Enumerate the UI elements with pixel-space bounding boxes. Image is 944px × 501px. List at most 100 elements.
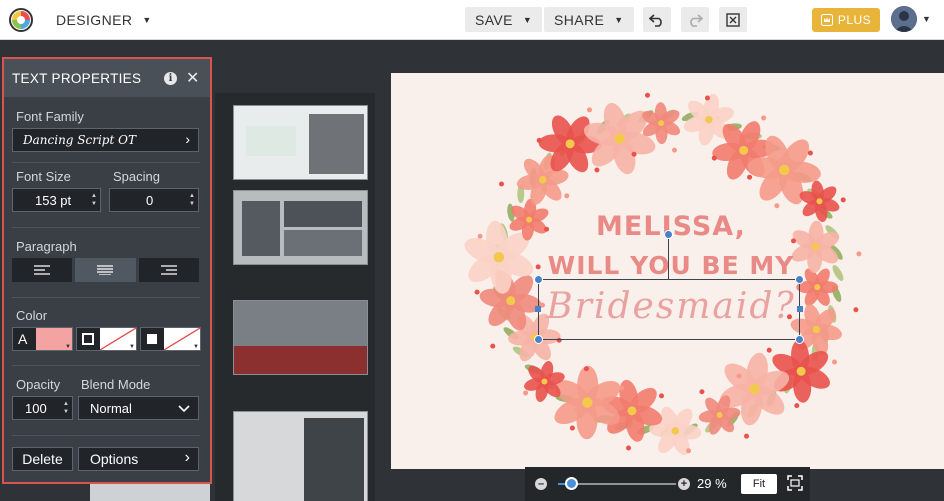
rotate-line: [668, 239, 669, 279]
divider: [12, 227, 200, 228]
paragraph-alignment: [12, 258, 199, 282]
align-center-icon: [97, 265, 114, 275]
options-label: Options: [90, 451, 139, 467]
top-bar: DESIGNER ▼ SAVE ▼ SHARE ▼ PLUS ▼: [0, 0, 944, 40]
delete-button[interactable]: Delete: [12, 447, 73, 471]
redo-button[interactable]: [681, 7, 709, 32]
font-family-selector[interactable]: Dancing Script OT ›: [12, 128, 199, 152]
divider: [12, 365, 200, 366]
template-thumbnails: [215, 93, 375, 501]
zoom-out-icon[interactable]: –: [535, 478, 547, 490]
logo-icon[interactable]: [9, 8, 33, 32]
background-color-picker[interactable]: ▼: [140, 327, 201, 351]
panel-header: TEXT PROPERTIES i ✕: [4, 59, 210, 97]
resize-handle-bottom-left[interactable]: [534, 335, 543, 344]
text-color-picker[interactable]: A ▼: [12, 327, 73, 351]
align-right-icon: [160, 265, 177, 275]
chevron-down-icon: ▼: [129, 344, 135, 350]
avatar[interactable]: [891, 6, 917, 32]
close-design-button[interactable]: [719, 7, 747, 32]
design-canvas[interactable]: MELISSA, WILL YOU BE MY Bridesmaid?: [391, 73, 944, 469]
spacing-stepper[interactable]: ▲ ▼: [188, 192, 196, 208]
chevron-down-icon: ▼: [522, 14, 533, 25]
font-size-label: Font Size: [16, 169, 71, 184]
thumb-photo: [242, 201, 280, 256]
redo-icon: [690, 13, 703, 27]
plus-upgrade-button[interactable]: PLUS: [812, 8, 880, 32]
fit-button[interactable]: Fit: [741, 474, 777, 494]
plus-label: PLUS: [837, 13, 872, 27]
mode-dropdown[interactable]: DESIGNER ▼: [46, 7, 162, 32]
fill-square-icon: [147, 334, 157, 344]
divider: [12, 297, 200, 298]
text-color-letter: A: [18, 331, 28, 347]
divider: [12, 435, 200, 436]
options-button[interactable]: Options ›: [78, 447, 199, 471]
zoom-slider-handle[interactable]: [565, 477, 579, 490]
opacity-stepper[interactable]: ▲ ▼: [62, 400, 70, 416]
font-family-label: Font Family: [16, 109, 84, 124]
template-thumb[interactable]: [233, 190, 368, 265]
font-family-value: Dancing Script OT: [23, 133, 136, 147]
resize-handle-left[interactable]: [535, 306, 541, 312]
chevron-down-icon: [178, 405, 190, 413]
mode-label: DESIGNER: [56, 11, 133, 28]
undo-button[interactable]: [643, 7, 671, 32]
zoom-in-icon[interactable]: +: [678, 478, 690, 490]
thumb-graphic: [246, 126, 296, 156]
chevron-down-icon: ▼: [142, 14, 152, 25]
resize-handle-top-left[interactable]: [534, 275, 543, 284]
align-left-button[interactable]: [12, 258, 73, 282]
chevron-down-icon[interactable]: ▼: [922, 14, 931, 24]
font-size-stepper[interactable]: ▲ ▼: [90, 192, 98, 208]
subheadline-text[interactable]: WILL YOU BE MY: [531, 251, 811, 280]
delete-label: Delete: [22, 451, 63, 467]
zoom-percent: 29 %: [697, 476, 727, 491]
chevron-right-icon: ›: [184, 449, 190, 466]
spacing-input[interactable]: 0 ▲ ▼: [109, 188, 199, 212]
font-size-input[interactable]: 153 pt ▲ ▼: [12, 188, 101, 212]
blend-mode-label: Blend Mode: [81, 377, 151, 392]
spacing-label: Spacing: [113, 169, 160, 184]
chevron-down-icon: ▼: [65, 344, 71, 350]
info-icon[interactable]: i: [164, 72, 177, 85]
paragraph-label: Paragraph: [16, 239, 77, 254]
save-label: SAVE: [475, 11, 513, 28]
template-thumb[interactable]: [233, 411, 368, 501]
user-avatar-icon: [891, 6, 917, 32]
template-thumb: [90, 481, 210, 501]
share-button[interactable]: SHARE ▼: [544, 7, 634, 32]
align-left-icon: [34, 265, 51, 275]
spacing-value: 0: [146, 193, 154, 208]
opacity-input[interactable]: 100 ▲ ▼: [12, 396, 73, 420]
zoom-bar: – + 29 % Fit: [525, 467, 810, 501]
divider: [12, 162, 200, 163]
rotate-handle[interactable]: [664, 230, 673, 239]
template-thumb[interactable]: [233, 105, 368, 180]
chevron-down-icon: ▼: [614, 14, 624, 25]
panel-title: TEXT PROPERTIES: [12, 71, 142, 86]
stroke-square-icon: [82, 333, 94, 345]
selection-box: [538, 279, 800, 340]
close-icon[interactable]: ✕: [186, 68, 199, 88]
crown-icon: [820, 14, 833, 26]
save-button[interactable]: SAVE ▼: [465, 7, 543, 32]
resize-handle-right[interactable]: [797, 306, 803, 312]
opacity-value: 100: [25, 401, 47, 416]
stroke-color-picker[interactable]: ▼: [76, 327, 137, 351]
thumb-photo: [284, 230, 362, 256]
template-thumb[interactable]: [233, 300, 368, 375]
thumb-photo: [284, 201, 362, 227]
font-size-value: 153 pt: [35, 193, 72, 208]
blend-mode-select[interactable]: Normal: [78, 396, 199, 420]
resize-handle-top-right[interactable]: [795, 275, 804, 284]
color-label: Color: [16, 308, 48, 323]
align-right-button[interactable]: [138, 258, 199, 282]
fullscreen-icon[interactable]: [787, 475, 803, 491]
chevron-down-icon: ▼: [193, 344, 199, 350]
resize-handle-bottom-right[interactable]: [795, 335, 804, 344]
blend-mode-value: Normal: [90, 401, 132, 416]
close-design-icon: [726, 12, 740, 27]
undo-icon: [649, 13, 662, 27]
align-center-button[interactable]: [75, 258, 136, 282]
